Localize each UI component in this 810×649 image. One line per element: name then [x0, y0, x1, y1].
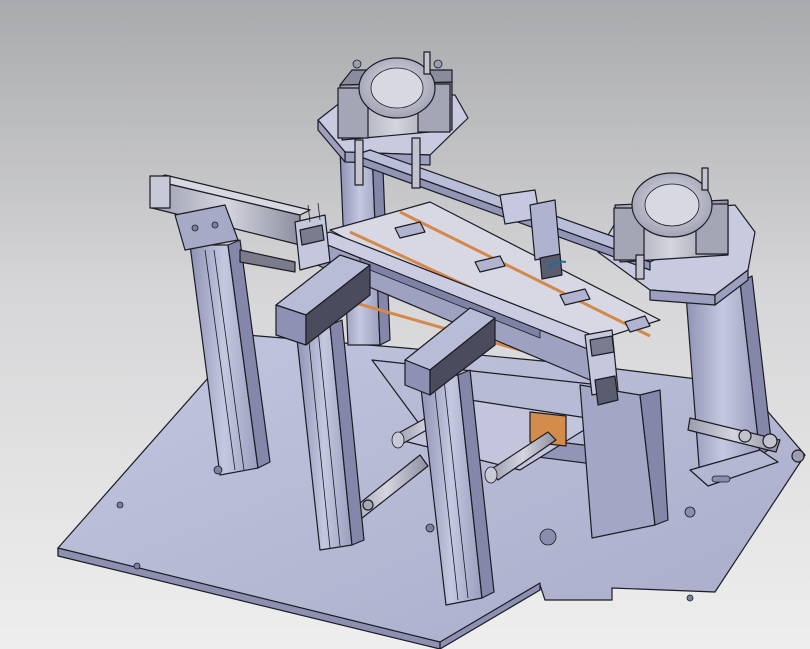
machine-assembly-model[interactable]	[0, 0, 810, 649]
rear-right-column[interactable]	[684, 275, 779, 487]
guide-pin	[701, 167, 709, 191]
vertical-bracket-plate[interactable]	[579, 384, 669, 539]
cad-3d-viewport[interactable]	[0, 0, 810, 649]
slot-hole	[711, 475, 731, 483]
guide-pin	[423, 51, 431, 75]
gripper-finger	[239, 249, 296, 273]
mount-hole	[539, 528, 557, 546]
mount-hole	[425, 523, 435, 533]
mount-hole	[686, 594, 694, 602]
air-cylinder-rear[interactable]	[337, 51, 453, 141]
mount-hole	[213, 465, 223, 475]
mount-hole	[116, 501, 124, 509]
mount-hole	[133, 562, 141, 570]
mount-hole	[684, 506, 696, 518]
